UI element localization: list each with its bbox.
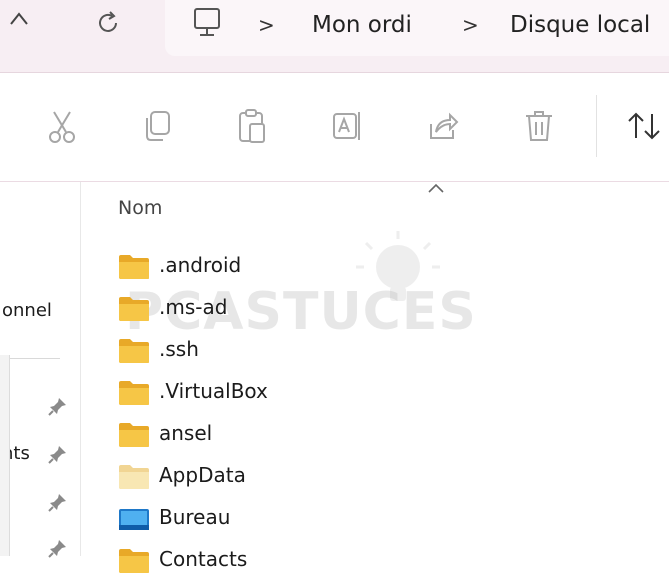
window-edge bbox=[0, 355, 10, 556]
file-name: Bureau bbox=[159, 505, 231, 529]
list-item[interactable]: .ms-ad bbox=[110, 288, 410, 328]
folder-hidden-icon bbox=[119, 465, 149, 489]
file-name: .android bbox=[159, 253, 242, 277]
command-bar bbox=[0, 73, 669, 182]
refresh-icon[interactable] bbox=[93, 8, 123, 38]
folder-icon bbox=[119, 423, 149, 447]
share-icon[interactable] bbox=[422, 106, 462, 146]
pin-icon[interactable] bbox=[48, 444, 68, 464]
file-name: .ms-ad bbox=[159, 295, 228, 319]
folder-icon bbox=[119, 549, 149, 573]
navigation-pane: onnel nts bbox=[0, 182, 81, 558]
list-item[interactable]: Bureau bbox=[110, 498, 410, 538]
up-arrow-icon[interactable] bbox=[8, 10, 30, 32]
breadcrumb-separator[interactable]: > bbox=[462, 13, 479, 37]
folder-icon bbox=[119, 339, 149, 363]
breadcrumb-separator[interactable]: > bbox=[258, 13, 275, 37]
file-name: .ssh bbox=[159, 337, 199, 361]
cut-icon[interactable] bbox=[42, 106, 82, 146]
rename-icon[interactable] bbox=[327, 106, 367, 146]
desktop-folder-icon bbox=[119, 509, 149, 530]
address-bar-area: > Mon ordi > Disque local bbox=[0, 0, 669, 73]
delete-icon[interactable] bbox=[519, 106, 559, 146]
sort-ascending-icon[interactable] bbox=[426, 182, 446, 194]
breadcrumb-mon-ordi[interactable]: Mon ordi bbox=[312, 12, 412, 38]
file-name: .VirtualBox bbox=[159, 379, 268, 403]
breadcrumb-disque-local[interactable]: Disque local bbox=[510, 12, 650, 38]
pin-icon[interactable] bbox=[48, 538, 68, 558]
file-name: Contacts bbox=[159, 547, 248, 571]
nav-divider bbox=[8, 358, 60, 359]
list-item[interactable]: .VirtualBox bbox=[110, 372, 410, 412]
folder-icon bbox=[119, 381, 149, 405]
file-name: ansel bbox=[159, 421, 213, 445]
file-name: AppData bbox=[159, 463, 246, 487]
toolbar-separator bbox=[596, 95, 597, 157]
sort-icon[interactable] bbox=[624, 106, 664, 146]
list-item[interactable]: .ssh bbox=[110, 330, 410, 370]
list-item[interactable]: AppData bbox=[110, 456, 410, 496]
computer-icon bbox=[194, 8, 220, 36]
list-item[interactable]: .android bbox=[110, 246, 410, 286]
paste-icon[interactable] bbox=[232, 106, 272, 146]
pin-icon[interactable] bbox=[48, 396, 68, 416]
column-header-name[interactable]: Nom bbox=[118, 197, 162, 219]
nav-item-personnel[interactable]: onnel bbox=[2, 300, 52, 321]
pin-icon[interactable] bbox=[48, 492, 68, 512]
list-item[interactable]: ansel bbox=[110, 414, 410, 454]
folder-icon bbox=[119, 297, 149, 321]
list-item[interactable]: Contacts bbox=[110, 540, 410, 580]
copy-icon[interactable] bbox=[137, 106, 177, 146]
folder-icon bbox=[119, 255, 149, 279]
